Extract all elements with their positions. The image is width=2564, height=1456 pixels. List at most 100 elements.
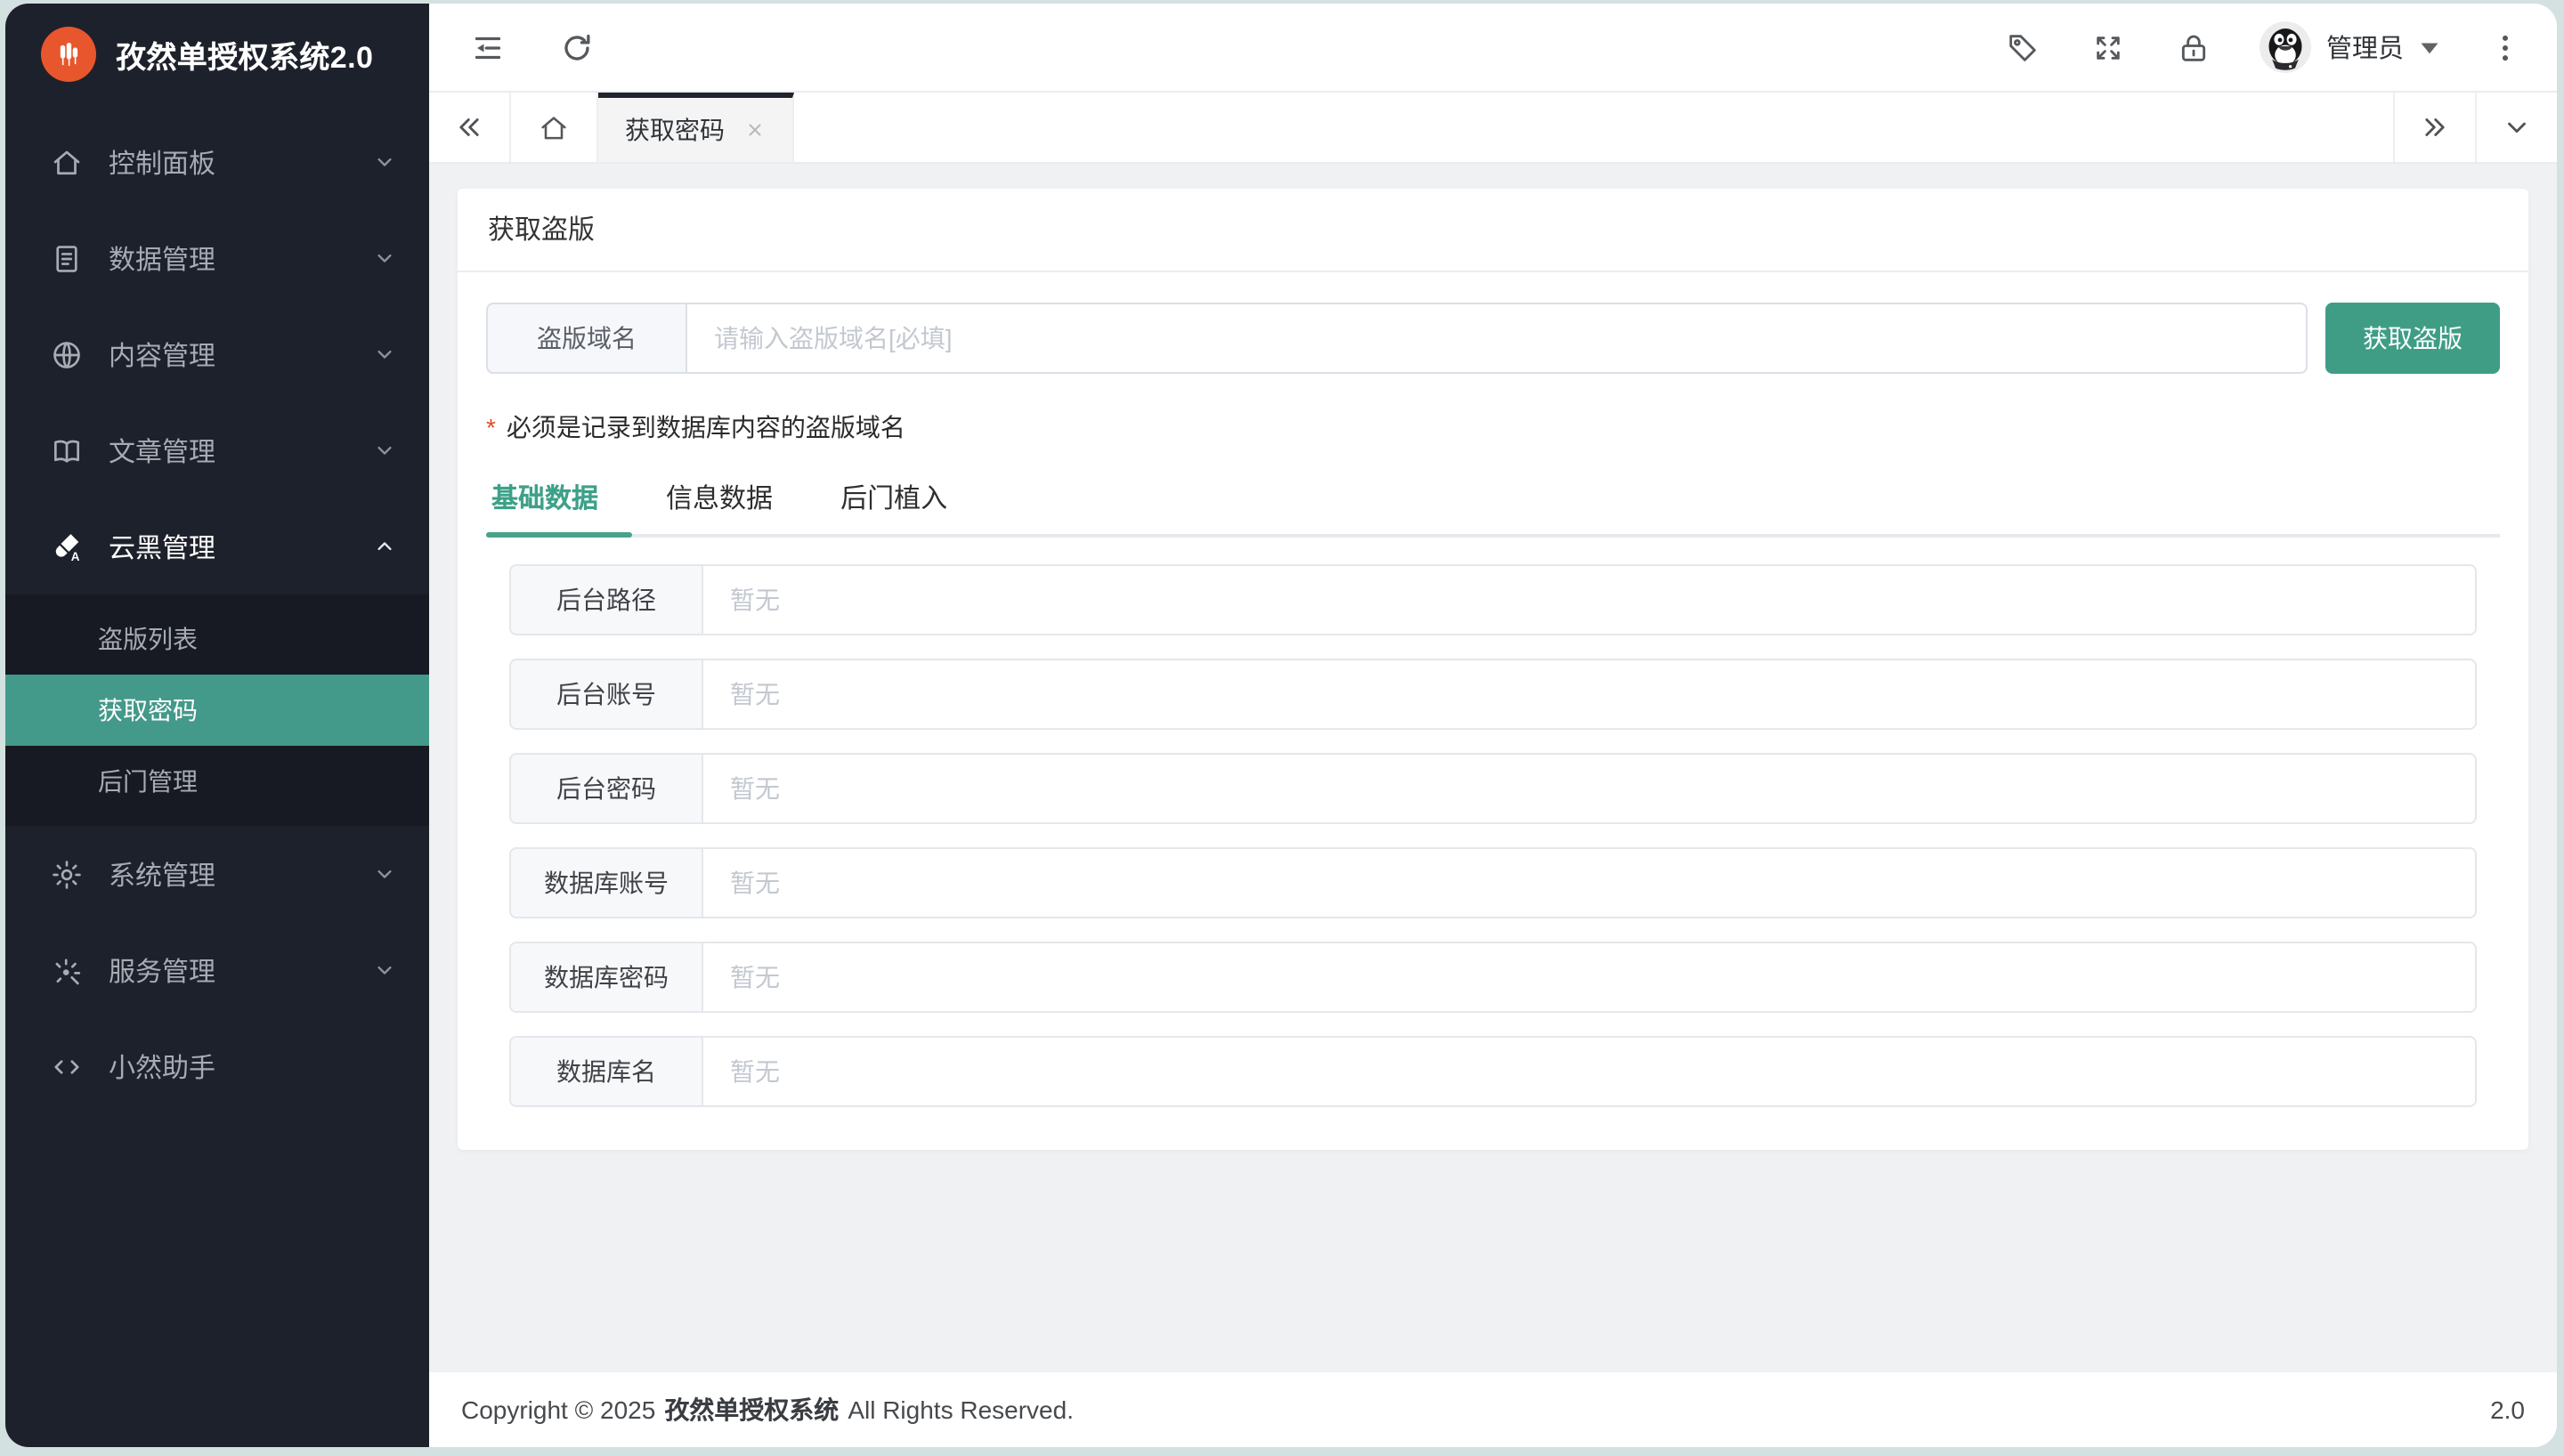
field-label: 数据库账号 bbox=[509, 847, 702, 918]
home-tab[interactable] bbox=[511, 93, 598, 162]
sidebar-subitem-get-password[interactable]: 获取密码 bbox=[5, 675, 429, 746]
app-window: 孜然单授权系统2.0 控制面板 数据管理 bbox=[5, 4, 2557, 1447]
sidebar-item-label: 文章管理 bbox=[109, 432, 372, 469]
sidebar-item-article-management[interactable]: 文章管理 bbox=[5, 402, 429, 498]
sidebar: 孜然单授权系统2.0 控制面板 数据管理 bbox=[5, 4, 429, 1447]
content-area: 获取盗版 盗版域名 获取盗版 * 必须是记录到数据库内容的盗版域名 基础数据 信… bbox=[429, 164, 2557, 1372]
tab-strip: 获取密码 bbox=[429, 93, 2557, 164]
top-header: 管理员 bbox=[429, 4, 2557, 93]
tabs-dropdown-button[interactable] bbox=[2475, 93, 2557, 162]
user-menu[interactable]: 管理员 bbox=[2259, 21, 2439, 73]
field-label: 后台密码 bbox=[509, 753, 702, 824]
globe-icon bbox=[48, 336, 84, 372]
db-account-input[interactable] bbox=[702, 847, 2477, 918]
field-row-admin-password: 后台密码 bbox=[509, 753, 2477, 824]
field-row-db-name: 数据库名 bbox=[509, 1036, 2477, 1107]
sidebar-item-label: 数据管理 bbox=[109, 239, 372, 277]
chevron-up-icon bbox=[372, 534, 397, 559]
data-tabs: 基础数据 信息数据 后门植入 bbox=[486, 466, 2500, 538]
tabbar-spacer bbox=[794, 93, 2393, 162]
page-scaler: 孜然单授权系统2.0 控制面板 数据管理 bbox=[0, 0, 2564, 1456]
db-password-input[interactable] bbox=[702, 942, 2477, 1013]
sidebar-item-system-management[interactable]: 系统管理 bbox=[5, 826, 429, 922]
gear-icon bbox=[48, 856, 84, 892]
sidebar-item-label: 控制面板 bbox=[109, 143, 372, 181]
tab-get-password[interactable]: 获取密码 bbox=[598, 93, 794, 162]
field-label: 数据库名 bbox=[509, 1036, 702, 1107]
chevron-down-icon bbox=[372, 861, 397, 886]
header-left bbox=[468, 28, 596, 67]
card-title: 获取盗版 bbox=[458, 189, 2528, 272]
main-column: 管理员 获取密码 bbox=[429, 4, 2557, 1447]
app-logo: 孜然单授权系统2.0 bbox=[5, 4, 429, 103]
pirate-domain-input[interactable] bbox=[686, 303, 2308, 374]
fullscreen-icon[interactable] bbox=[2088, 28, 2127, 67]
card-body: 盗版域名 获取盗版 * 必须是记录到数据库内容的盗版域名 基础数据 信息数据 后… bbox=[458, 272, 2528, 1150]
username: 管理员 bbox=[2326, 28, 2404, 66]
sidebar-item-data-management[interactable]: 数据管理 bbox=[5, 210, 429, 306]
code-icon bbox=[48, 1048, 84, 1084]
lock-icon[interactable] bbox=[2173, 28, 2212, 67]
db-name-input[interactable] bbox=[702, 1036, 2477, 1107]
pirate-domain-group: 盗版域名 获取盗版 bbox=[486, 303, 2500, 374]
refresh-icon[interactable] bbox=[557, 28, 596, 67]
admin-password-input[interactable] bbox=[702, 753, 2477, 824]
admin-path-input[interactable] bbox=[702, 564, 2477, 635]
tabs-scroll-right-button[interactable] bbox=[2393, 93, 2475, 162]
field-row-admin-account: 后台账号 bbox=[509, 659, 2477, 730]
sidebar-subitem-backdoor-management[interactable]: 后门管理 bbox=[5, 746, 429, 817]
sidebar-menu: 控制面板 数据管理 内容管理 bbox=[5, 103, 429, 1447]
sidebar-item-service-management[interactable]: 服务管理 bbox=[5, 922, 429, 1018]
sidebar-item-label: 小然助手 bbox=[109, 1048, 397, 1085]
field-row-admin-path: 后台路径 bbox=[509, 564, 2477, 635]
footer-brand: 孜然单授权系统 bbox=[664, 1392, 839, 1428]
tabs-scroll-left-button[interactable] bbox=[429, 93, 511, 162]
sidebar-item-cloud-black-management[interactable]: A 云黑管理 bbox=[5, 498, 429, 595]
kebab-menu-icon[interactable] bbox=[2486, 28, 2525, 67]
header-right: 管理员 bbox=[2002, 21, 2525, 73]
app-title: 孜然单授权系统2.0 bbox=[116, 31, 373, 76]
sidebar-item-label: 云黑管理 bbox=[109, 528, 372, 565]
field-row-db-password: 数据库密码 bbox=[509, 942, 2477, 1013]
tab-label: 获取密码 bbox=[625, 112, 725, 148]
field-label: 数据库密码 bbox=[509, 942, 702, 1013]
chevron-down-icon bbox=[372, 342, 397, 367]
footer-copyright: Copyright © 2025 bbox=[461, 1395, 655, 1424]
footer-version: 2.0 bbox=[2490, 1395, 2525, 1424]
spark-icon bbox=[48, 952, 84, 988]
sidebar-item-label: 系统管理 bbox=[109, 855, 372, 893]
sidebar-item-content-management[interactable]: 内容管理 bbox=[5, 306, 429, 402]
svg-text:A: A bbox=[70, 549, 79, 562]
tab-backdoor-inject[interactable]: 后门植入 bbox=[807, 466, 981, 534]
field-label: 后台账号 bbox=[509, 659, 702, 730]
field-label: 后台路径 bbox=[509, 564, 702, 635]
document-icon bbox=[48, 240, 84, 276]
chevron-down-icon bbox=[372, 438, 397, 463]
tag-icon[interactable] bbox=[2002, 28, 2041, 67]
home-icon bbox=[48, 144, 84, 180]
chevron-down-icon bbox=[372, 958, 397, 983]
avatar bbox=[2259, 21, 2310, 73]
sidebar-submenu: 盗版列表 获取密码 后门管理 bbox=[5, 595, 429, 826]
chevron-down-icon bbox=[372, 246, 397, 271]
sidebar-item-control-panel[interactable]: 控制面板 bbox=[5, 114, 429, 210]
get-pirate-card: 获取盗版 盗版域名 获取盗版 * 必须是记录到数据库内容的盗版域名 基础数据 信… bbox=[458, 189, 2528, 1150]
brand-logo-icon bbox=[41, 26, 96, 81]
required-note-text: 必须是记录到数据库内容的盗版域名 bbox=[507, 409, 905, 445]
book-open-icon bbox=[48, 433, 84, 468]
sidebar-subitem-pirate-list[interactable]: 盗版列表 bbox=[5, 603, 429, 675]
footer-rights: All Rights Reserved. bbox=[848, 1395, 1074, 1424]
basic-data-fields: 后台路径 后台账号 后台密码 数据库账号 bbox=[486, 564, 2500, 1107]
collapse-sidebar-icon[interactable] bbox=[468, 28, 507, 67]
brush-icon: A bbox=[48, 529, 84, 564]
sidebar-item-label: 服务管理 bbox=[109, 951, 372, 989]
tab-info-data[interactable]: 信息数据 bbox=[632, 466, 807, 534]
close-tab-icon[interactable] bbox=[744, 119, 766, 141]
sidebar-item-label: 内容管理 bbox=[109, 336, 372, 373]
sidebar-item-assistant[interactable]: 小然助手 bbox=[5, 1018, 429, 1114]
caret-down-icon bbox=[2420, 40, 2439, 54]
tab-basic-data[interactable]: 基础数据 bbox=[486, 466, 632, 534]
admin-account-input[interactable] bbox=[702, 659, 2477, 730]
pirate-domain-label: 盗版域名 bbox=[486, 303, 686, 374]
get-pirate-button[interactable]: 获取盗版 bbox=[2325, 303, 2500, 374]
